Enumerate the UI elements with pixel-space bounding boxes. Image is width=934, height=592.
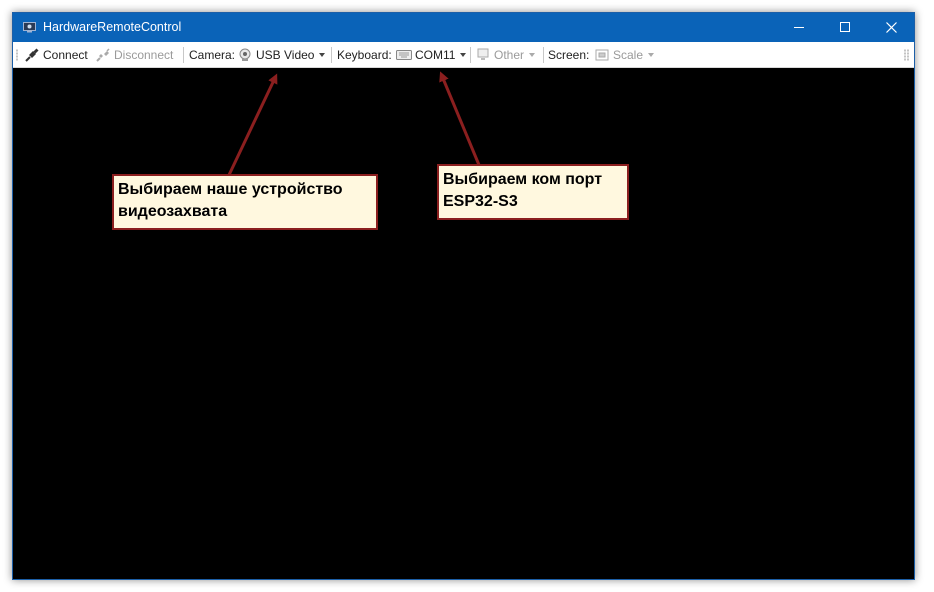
port-arrow [439, 71, 481, 166]
camera-arrow [227, 73, 278, 176]
camera-hint-callout: Выбираем наше устройство видеозахвата [112, 174, 378, 230]
port-hint-callout: Выбираем ком порт ESP32-S3 [437, 164, 629, 220]
annotation-arrows [227, 71, 481, 176]
